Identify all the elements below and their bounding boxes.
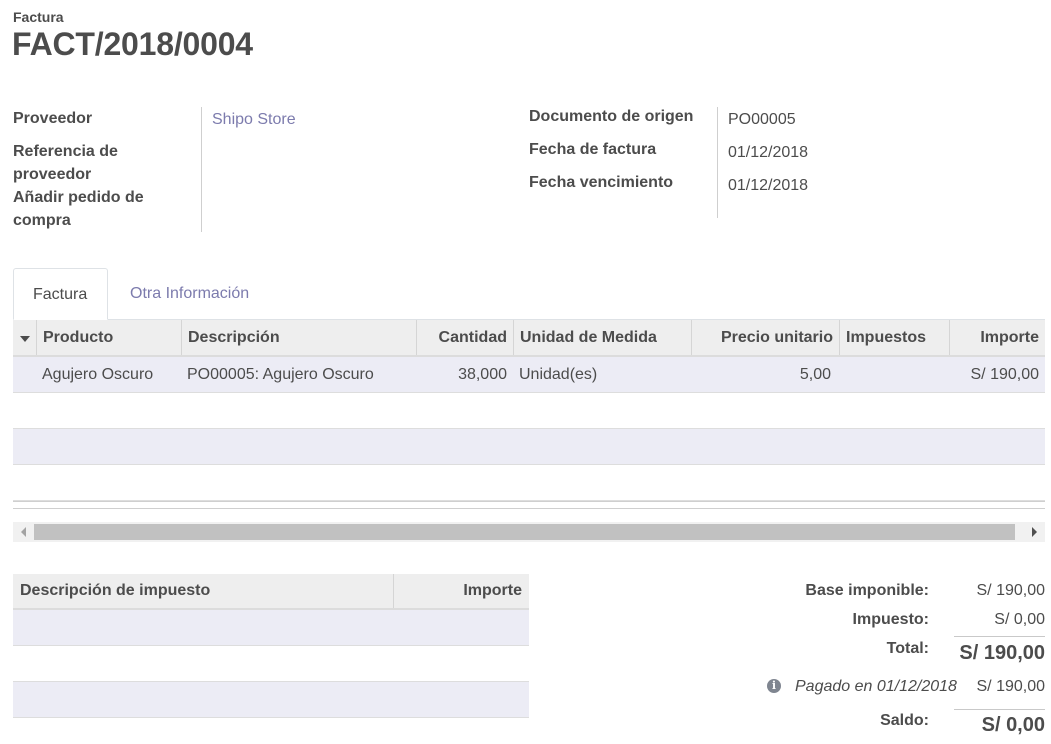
column-header-tax-amount[interactable]: Importe (394, 574, 529, 608)
untaxed-amount-value: S/ 190,00 (976, 582, 1046, 599)
tax-table-header: Descripción de impuesto Importe (13, 574, 529, 610)
invoice-info-values: PO00005 01/12/2018 01/12/2018 (728, 111, 808, 210)
horizontal-scrollbar[interactable] (13, 522, 1045, 542)
invoice-number-title: FACT/2018/0004 (12, 26, 253, 62)
line-unit-price: 5,00 (799, 366, 831, 383)
tax-lines-table: Descripción de impuesto Importe (13, 574, 529, 718)
amount-due-label: Saldo: (880, 712, 929, 729)
line-quantity: 38,000 (458, 366, 507, 383)
line-description: PO00005: Agujero Oscuro (187, 366, 374, 383)
table-footer (13, 501, 1045, 509)
table-row[interactable]: Agujero Oscuro PO00005: Agujero Oscuro 3… (13, 357, 1045, 393)
untaxed-amount-label: Base imponible: (805, 582, 929, 599)
balance-rule (954, 709, 1045, 710)
invoice-info-labels: Documento de origen Fecha de factura Fec… (529, 108, 717, 207)
scroll-left-icon[interactable] (21, 527, 26, 537)
column-header-taxes[interactable]: Impuestos (839, 320, 949, 355)
table-header: Producto Descripción Cantidad Unidad de … (13, 320, 1045, 357)
tax-row-empty (13, 682, 529, 718)
field-separator (717, 107, 718, 218)
caret-down-icon (20, 336, 30, 342)
add-purchase-order-label-line1: Añadir pedido de (13, 189, 144, 206)
table-row-empty (13, 429, 1045, 465)
amount-due-value: S/ 0,00 (981, 714, 1045, 736)
invoice-date-label: Fecha de factura (529, 141, 657, 158)
column-header-quantity[interactable]: Cantidad (416, 320, 513, 355)
total-label: Total: (886, 640, 929, 657)
line-amount: S/ 190,00 (970, 366, 1040, 383)
column-header-unit-price[interactable]: Precio unitario (691, 320, 839, 355)
payment-amount: S/ 190,00 (976, 678, 1046, 695)
total-rule (954, 636, 1045, 637)
column-sort-toggle[interactable] (13, 320, 36, 355)
tax-row-empty (13, 646, 529, 682)
vendor-link[interactable]: Shipo Store (212, 111, 296, 129)
add-purchase-order-label-line2: compra (13, 212, 71, 229)
vendor-reference-label-line2: proveedor (13, 166, 92, 183)
origin-document-label: Documento de origen (529, 108, 694, 125)
tab-otra-informacion[interactable]: Otra Información (111, 268, 268, 320)
vendor-field-group: Proveedor Referencia de proveedor Añadir… (13, 107, 202, 232)
total-value: S/ 190,00 (959, 642, 1045, 664)
due-date-label: Fecha vencimiento (529, 174, 674, 191)
column-header-product[interactable]: Producto (36, 320, 181, 355)
scrollbar-thumb[interactable] (34, 524, 1015, 540)
invoice-date-value: 01/12/2018 (728, 144, 809, 161)
line-uom: Unidad(es) (519, 366, 598, 383)
table-row-empty (13, 465, 1045, 501)
line-product: Agujero Oscuro (42, 366, 154, 383)
scroll-right-icon[interactable] (1032, 527, 1037, 537)
column-header-tax-description[interactable]: Descripción de impuesto (13, 574, 393, 608)
invoice-lines-table: Producto Descripción Cantidad Unidad de … (13, 320, 1045, 509)
column-header-description[interactable]: Descripción (181, 320, 416, 355)
tax-amount-label: Impuesto: (852, 611, 929, 628)
tax-row-empty (13, 610, 529, 646)
due-date-value: 01/12/2018 (728, 177, 809, 194)
line-taxes (839, 357, 949, 393)
column-header-amount[interactable]: Importe (949, 320, 1045, 355)
tab-factura[interactable]: Factura (13, 268, 108, 320)
origin-document-value: PO00005 (728, 111, 796, 128)
vendor-label: Proveedor (13, 110, 93, 127)
info-icon[interactable]: i (767, 679, 781, 693)
tax-amount-value: S/ 0,00 (994, 611, 1045, 628)
column-header-uom[interactable]: Unidad de Medida (513, 320, 691, 355)
document-type-label: Factura (13, 9, 64, 25)
vendor-reference-label-line1: Referencia de (13, 143, 118, 160)
table-row-empty (13, 393, 1045, 429)
